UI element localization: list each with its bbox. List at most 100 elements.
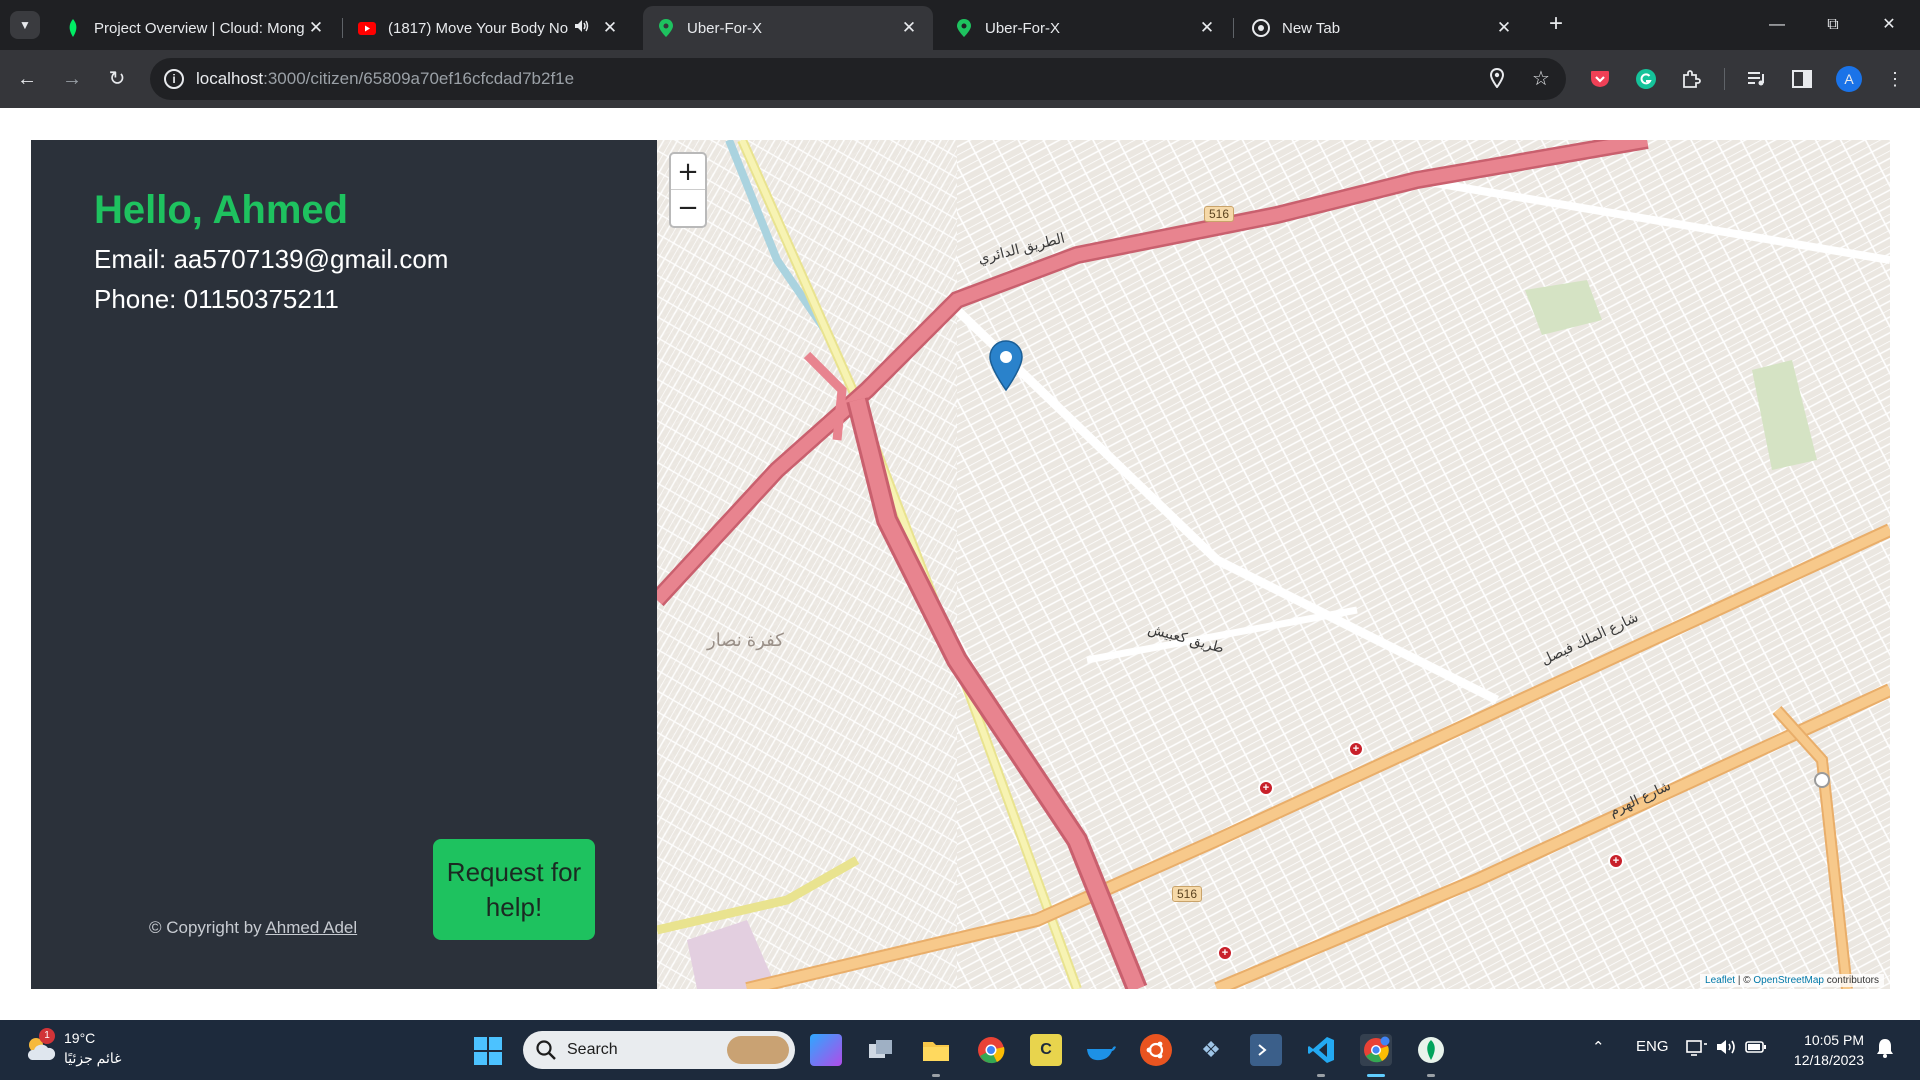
tab-title: Project Overview | Cloud: Mong <box>94 19 305 37</box>
task-view-icon[interactable] <box>865 1034 897 1066</box>
app-running-indicator <box>932 1074 940 1077</box>
hospital-poi-icon[interactable]: + <box>1608 853 1624 869</box>
hospital-poi-icon[interactable]: + <box>1258 780 1274 796</box>
close-icon[interactable]: ✕ <box>899 18 919 38</box>
windows-taskbar: 1 19°C غائم جزئيًا Search C ❖ ⌃ ENG 10:0… <box>0 1020 1920 1080</box>
app-icon[interactable]: C <box>1030 1034 1062 1066</box>
map-tiles <box>657 140 1890 989</box>
clock-time: 10:05 PM <box>1804 1032 1864 1048</box>
profile-avatar[interactable]: A <box>1836 66 1862 92</box>
tab-divider <box>342 18 343 38</box>
route-shield: 516 <box>1172 886 1203 902</box>
tab-youtube[interactable]: (1817) Move Your Body No ✕ <box>344 6 634 50</box>
request-help-button[interactable]: Request for help! <box>433 839 595 940</box>
tab-divider <box>1233 18 1234 38</box>
leaflet-link[interactable]: Leaflet <box>1705 975 1735 986</box>
place-label: كفرة نصار <box>707 630 784 650</box>
ubuntu-icon[interactable] <box>1140 1034 1172 1066</box>
tab-title: New Tab <box>1282 19 1341 37</box>
browser-toolbar: ← → ↻ i localhost:3000/citizen/65809a70e… <box>0 50 1920 108</box>
hospital-poi-icon[interactable]: + <box>1217 945 1233 961</box>
minimize-button[interactable]: — <box>1754 10 1800 40</box>
zoom-control: + − <box>669 152 707 228</box>
forward-button[interactable]: → <box>59 66 85 92</box>
address-bar[interactable]: i localhost:3000/citizen/65809a70ef16cfc… <box>150 58 1566 100</box>
toolbar-divider <box>1724 68 1725 90</box>
zoom-in-button[interactable]: + <box>671 154 705 190</box>
close-icon[interactable]: ✕ <box>306 18 326 38</box>
system-clock[interactable]: 10:05 PM 12/18/2023 <box>1794 1030 1864 1070</box>
url-path: :3000/citizen/65809a70ef16cfcdad7b2f1e <box>263 69 575 88</box>
chrome-icon <box>1252 19 1270 37</box>
terminal-icon[interactable] <box>1250 1034 1282 1066</box>
weather-description[interactable]: غائم جزئيًا <box>64 1050 121 1067</box>
copyright-footer: © Copyright by Ahmed Adel <box>149 918 357 938</box>
copyright-text: © Copyright by <box>149 918 266 937</box>
tab-uber-for-x-active[interactable]: Uber-For-X ✕ <box>643 6 933 50</box>
site-info-icon[interactable]: i <box>164 69 184 89</box>
tab-title: (1817) Move Your Body No <box>388 19 569 37</box>
copilot-icon[interactable] <box>810 1034 842 1066</box>
mysql-icon[interactable]: ❖ <box>1195 1034 1227 1066</box>
map-pin-icon <box>955 19 973 37</box>
new-tab-button[interactable]: + <box>1543 12 1569 38</box>
show-hidden-icons-chevron-icon[interactable]: ⌃ <box>1592 1038 1605 1056</box>
weather-temperature[interactable]: 19°C <box>64 1030 95 1046</box>
battery-icon[interactable] <box>1745 1038 1767 1060</box>
hospital-poi-icon[interactable]: + <box>1348 741 1364 757</box>
side-panel-icon[interactable] <box>1790 67 1814 91</box>
chrome-dev-icon[interactable] <box>1360 1034 1392 1066</box>
restore-button[interactable]: ⧉ <box>1810 10 1856 40</box>
reload-button[interactable]: ↻ <box>104 66 130 92</box>
docker-icon[interactable] <box>1085 1034 1117 1066</box>
tab-new-tab[interactable]: New Tab ✕ <box>1238 6 1528 50</box>
bookmark-star-icon[interactable]: ☆ <box>1530 68 1552 90</box>
chrome-menu-icon[interactable]: ⋮ <box>1883 67 1907 91</box>
weather-badge: 1 <box>39 1028 55 1044</box>
openstreetmap-link[interactable]: OpenStreetMap <box>1753 975 1824 986</box>
close-icon[interactable]: ✕ <box>1197 18 1217 38</box>
grammarly-extension-icon[interactable] <box>1634 67 1658 91</box>
user-email: Email: aa5707139@gmail.com <box>94 244 449 274</box>
taskbar-search[interactable]: Search <box>523 1031 795 1069</box>
mongodb-leaf-icon <box>64 19 82 37</box>
app-running-indicator <box>1427 1074 1435 1077</box>
search-icon <box>536 1040 556 1060</box>
chrome-icon[interactable] <box>975 1034 1007 1066</box>
tab-uber-for-x[interactable]: Uber-For-X ✕ <box>941 6 1231 50</box>
app-active-indicator <box>1367 1074 1385 1077</box>
extensions-puzzle-icon[interactable] <box>1679 67 1703 91</box>
close-icon[interactable]: ✕ <box>600 18 620 38</box>
page-content: Hello, Ahmed Email: aa5707139@gmail.com … <box>0 108 1920 1020</box>
back-button[interactable]: ← <box>14 66 40 92</box>
zoom-out-button[interactable]: − <box>671 190 705 226</box>
search-highlight-image <box>727 1036 789 1064</box>
close-window-button[interactable]: ✕ <box>1866 10 1912 40</box>
language-indicator[interactable]: ENG <box>1636 1038 1669 1055</box>
file-explorer-icon[interactable] <box>920 1034 952 1066</box>
media-control-icon[interactable] <box>1745 67 1769 91</box>
map-view[interactable]: 516 516 كفرة نصار الطريق الدائري شارع ال… <box>657 140 1890 989</box>
url-text[interactable]: localhost:3000/citizen/65809a70ef16cfcda… <box>196 69 574 89</box>
app-running-indicator <box>1317 1074 1325 1077</box>
network-icon[interactable] <box>1686 1038 1708 1060</box>
speaker-icon[interactable] <box>572 18 592 38</box>
location-marker-icon[interactable] <box>988 340 1024 392</box>
url-host: localhost <box>196 69 264 88</box>
tab-mongodb[interactable]: Project Overview | Cloud: Mong ✕ <box>50 6 340 50</box>
location-icon[interactable] <box>1486 67 1508 90</box>
mongodb-compass-icon[interactable] <box>1415 1034 1447 1066</box>
pocket-extension-icon[interactable] <box>1588 67 1612 91</box>
notification-bell-icon[interactable] <box>1876 1038 1894 1062</box>
windows-start-icon[interactable] <box>473 1036 503 1066</box>
request-help-label: Request for help! <box>446 856 582 922</box>
close-icon[interactable]: ✕ <box>1494 18 1514 38</box>
greeting-heading: Hello, Ahmed <box>94 188 349 232</box>
author-link[interactable]: Ahmed Adel <box>265 918 357 937</box>
user-info-panel: Hello, Ahmed Email: aa5707139@gmail.com … <box>31 140 657 989</box>
youtube-icon <box>358 19 376 37</box>
volume-icon[interactable] <box>1716 1038 1738 1060</box>
vscode-icon[interactable] <box>1305 1034 1337 1066</box>
user-phone: Phone: 01150375211 <box>94 284 339 314</box>
tab-search-button[interactable]: ▼ <box>10 11 40 39</box>
